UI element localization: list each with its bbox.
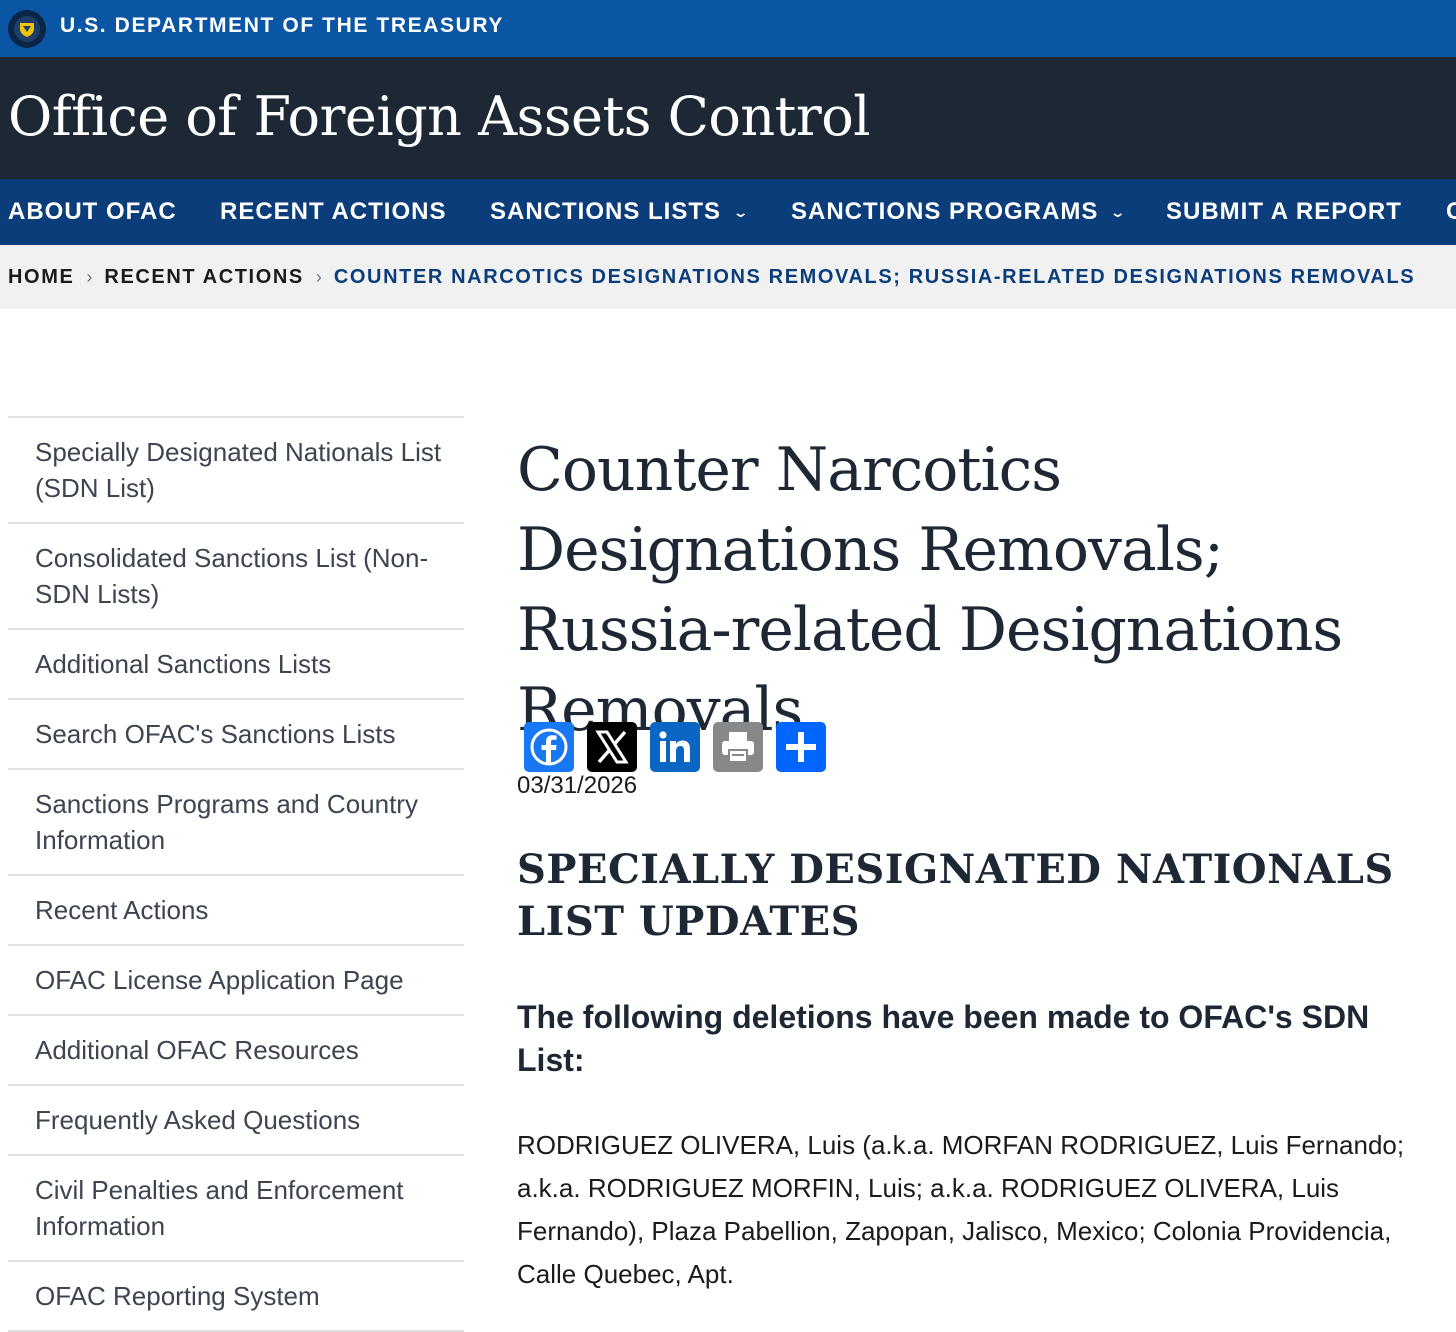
nav-label: SANCTIONS LISTS xyxy=(490,198,722,225)
nav-label: C xyxy=(1446,198,1456,225)
share-more-button[interactable] xyxy=(776,722,826,772)
nav-submit-a-report[interactable]: SUBMIT A REPORT xyxy=(1166,179,1402,245)
facebook-icon xyxy=(530,728,568,766)
facebook-share-button[interactable] xyxy=(524,722,574,772)
nav-label: ABOUT OFAC xyxy=(8,198,177,225)
print-share-button[interactable] xyxy=(713,722,763,772)
breadcrumb-current: COUNTER NARCOTICS DESIGNATIONS REMOVALS;… xyxy=(333,265,1416,288)
nav-sanctions-lists[interactable]: SANCTIONS LISTS ⌄ xyxy=(490,179,751,245)
linkedin-share-button[interactable] xyxy=(650,722,700,772)
sidebar-item-additional-resources[interactable]: Additional OFAC Resources xyxy=(8,1016,464,1086)
sidebar-item-license-application[interactable]: OFAC License Application Page xyxy=(8,946,464,1016)
sdn-entry-text: RODRIGUEZ OLIVERA, Luis (a.k.a. MORFAN R… xyxy=(517,1130,1405,1289)
nav-item-truncated[interactable]: C xyxy=(1446,179,1456,245)
sidebar-navigation: Specially Designated Nationals List (SDN… xyxy=(8,416,464,1332)
site-header: Office of Foreign Assets Control xyxy=(0,57,1456,179)
site-title[interactable]: Office of Foreign Assets Control xyxy=(8,85,870,148)
treasury-banner: U.S. DEPARTMENT OF THE TREASURY xyxy=(0,0,1456,57)
breadcrumb: HOME › RECENT ACTIONS › COUNTER NARCOTIC… xyxy=(0,245,1456,309)
breadcrumb-recent-actions[interactable]: RECENT ACTIONS xyxy=(104,266,303,289)
sidebar-item-search-lists[interactable]: Search OFAC's Sanctions Lists xyxy=(8,700,464,770)
treasury-department-link[interactable]: U.S. DEPARTMENT OF THE TREASURY xyxy=(60,14,504,38)
section-heading: SPECIALLY DESIGNATED NATIONALS LIST UPDA… xyxy=(517,846,1394,945)
x-icon xyxy=(595,730,629,764)
publication-date: 03/31/2026 xyxy=(517,772,638,799)
linkedin-icon xyxy=(659,731,690,762)
nav-about-ofac[interactable]: ABOUT OFAC xyxy=(8,179,177,245)
main-navigation: ABOUT OFAC RECENT ACTIONS SANCTIONS LIST… xyxy=(0,179,1456,245)
sidebar-item-programs-country[interactable]: Sanctions Programs and Country Informati… xyxy=(8,770,464,876)
print-icon xyxy=(722,732,754,763)
chevron-right-icon: › xyxy=(315,266,322,287)
sidebar-item-reporting-system[interactable]: OFAC Reporting System xyxy=(8,1262,464,1332)
sidebar-item-faq[interactable]: Frequently Asked Questions xyxy=(8,1086,464,1156)
main-content: Counter Narcotics Designations Removals;… xyxy=(517,430,1437,1289)
chevron-down-icon: ⌄ xyxy=(1109,203,1128,220)
treasury-seal-icon[interactable] xyxy=(8,10,46,48)
sidebar-item-recent-actions[interactable]: Recent Actions xyxy=(8,876,464,946)
nav-recent-actions[interactable]: RECENT ACTIONS xyxy=(220,179,446,245)
sidebar-item-additional-lists[interactable]: Additional Sanctions Lists xyxy=(8,630,464,700)
sidebar-item-consolidated-list[interactable]: Consolidated Sanctions List (Non-SDN Lis… xyxy=(8,524,464,630)
share-buttons xyxy=(524,722,826,772)
x-share-button[interactable] xyxy=(587,722,637,772)
breadcrumb-home[interactable]: HOME xyxy=(8,266,74,289)
nav-label: RECENT ACTIONS xyxy=(220,198,447,225)
page-title: Counter Narcotics Designations Removals;… xyxy=(517,435,1343,745)
chevron-down-icon: ⌄ xyxy=(732,203,751,220)
deletions-heading: The following deletions have been made t… xyxy=(517,999,1370,1078)
nav-sanctions-programs[interactable]: SANCTIONS PROGRAMS ⌄ xyxy=(791,179,1128,245)
nav-label: SUBMIT A REPORT xyxy=(1166,198,1402,225)
sidebar-item-sdn-list[interactable]: Specially Designated Nationals List (SDN… xyxy=(8,418,464,524)
share-icon xyxy=(786,732,816,762)
nav-label: SANCTIONS PROGRAMS xyxy=(791,198,1099,225)
chevron-right-icon: › xyxy=(86,266,93,287)
sidebar-item-civil-penalties[interactable]: Civil Penalties and Enforcement Informat… xyxy=(8,1156,464,1262)
